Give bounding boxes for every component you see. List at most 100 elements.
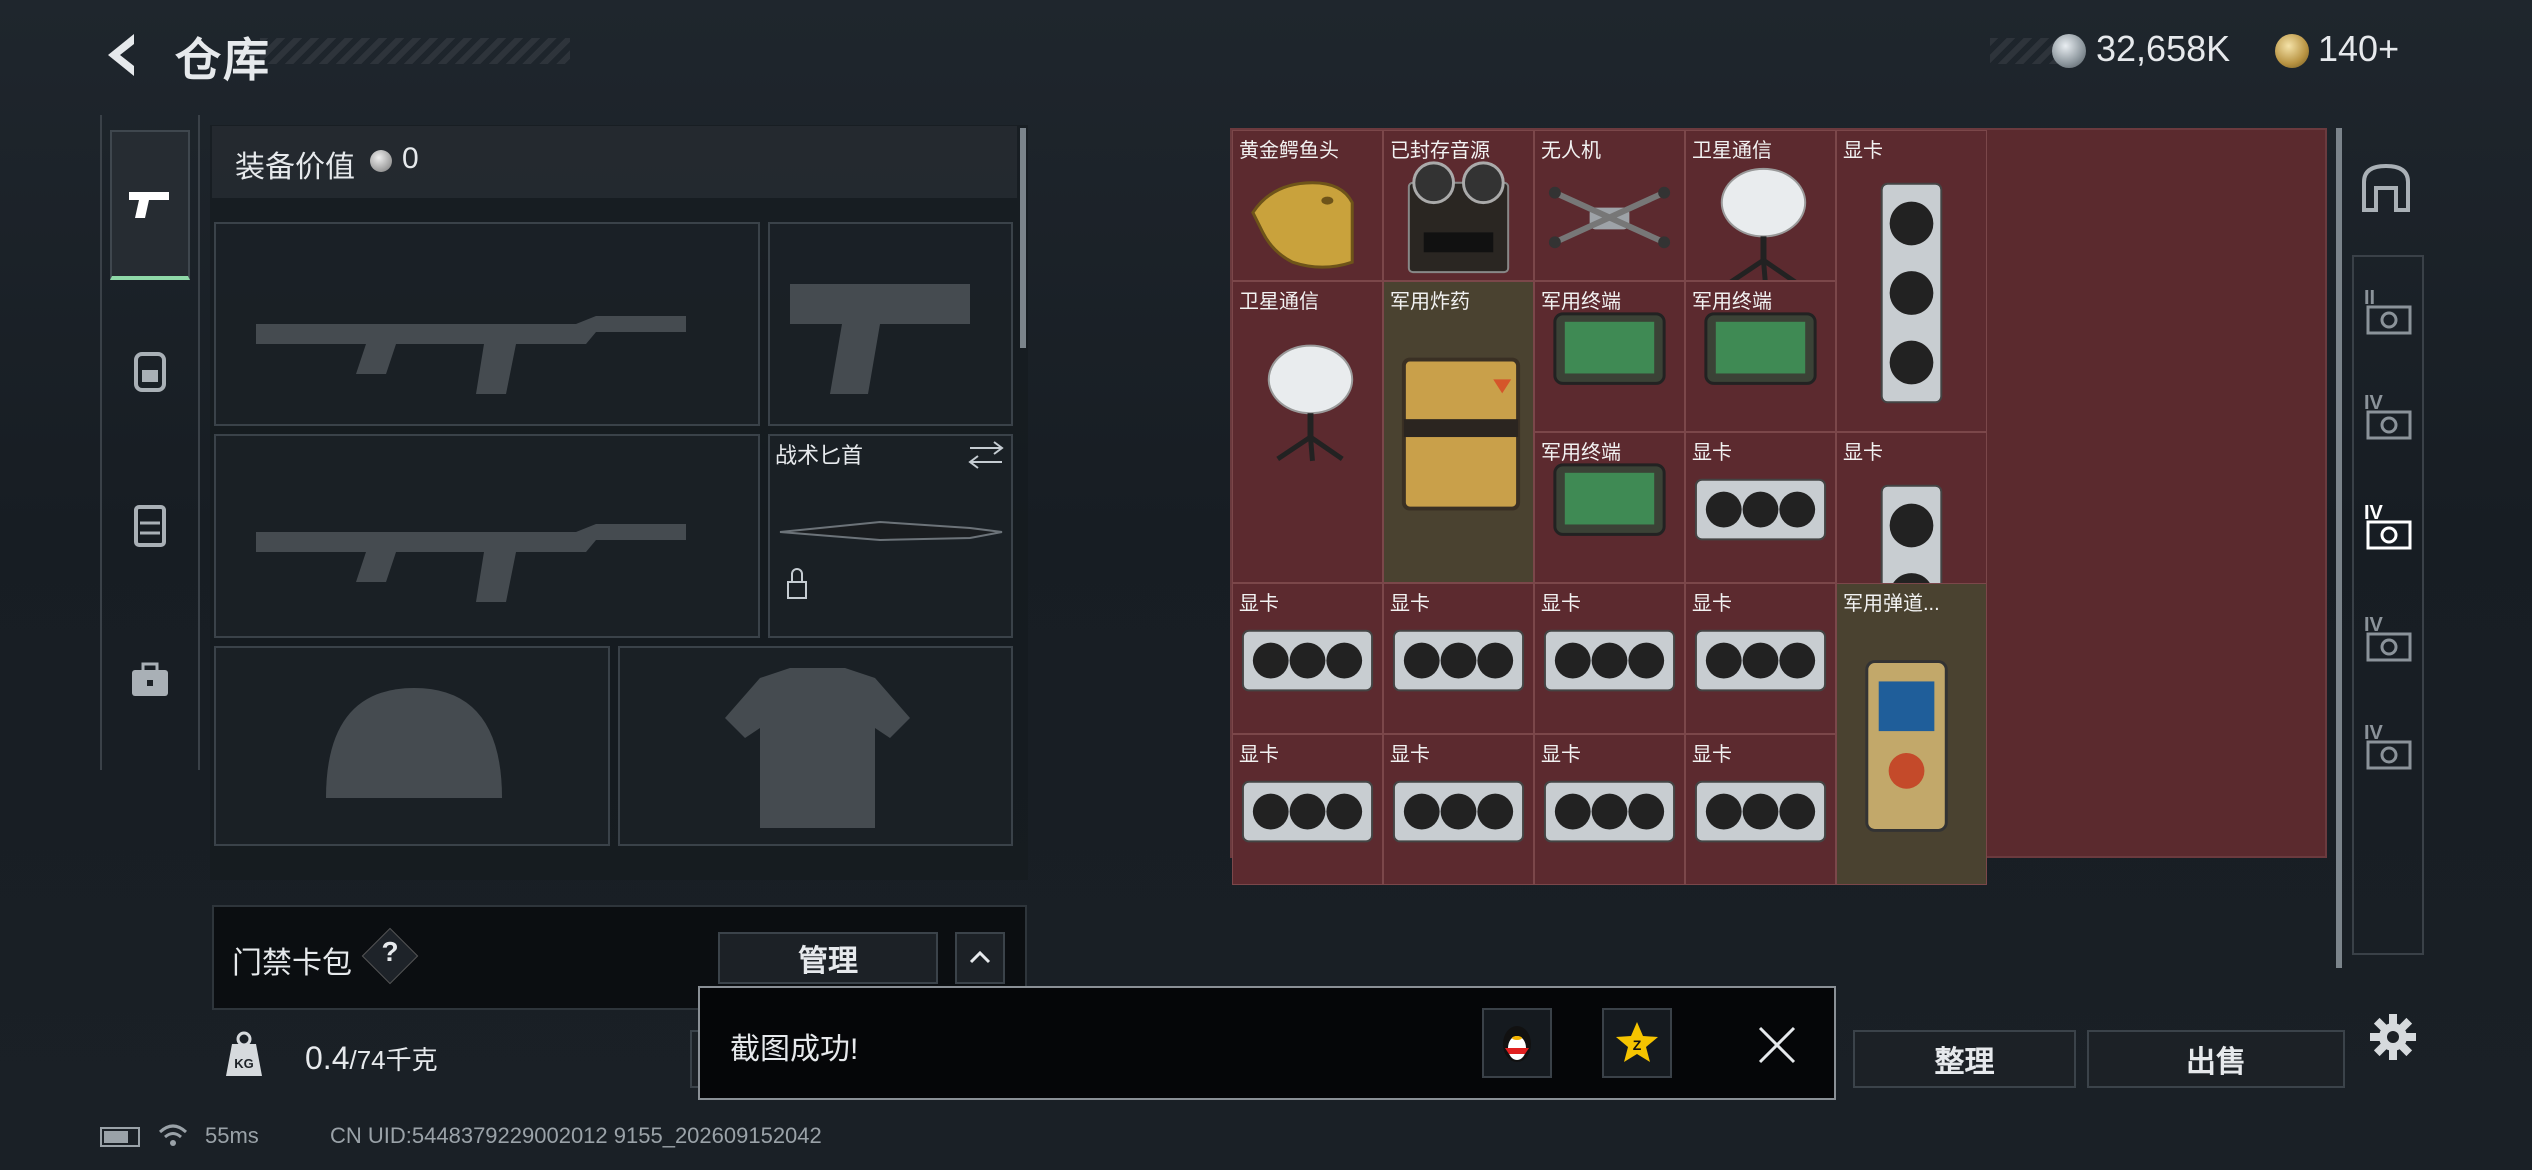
- stash-page-tier-label: IV: [2364, 722, 2383, 744]
- stash-item-label: 已封存音源: [1390, 140, 1490, 162]
- stash-item-label: 军用终端: [1541, 291, 1621, 313]
- stash-item-14[interactable]: 显卡: [1534, 583, 1685, 734]
- stash-item-6[interactable]: 军用炸药: [1383, 281, 1534, 583]
- stash-item-20[interactable]: 显卡: [1685, 734, 1836, 885]
- gold-currency-amount[interactable]: 140+: [2318, 28, 2399, 70]
- qzone-star-icon: Z: [1616, 1022, 1658, 1062]
- keycard-pack-label: 门禁卡包: [232, 947, 352, 980]
- stash-item-label: 显卡: [1692, 744, 1732, 766]
- stash-item-10[interactable]: 军用终端: [1534, 432, 1685, 583]
- pistol-icon: [129, 192, 169, 218]
- stash-item-18[interactable]: 显卡: [1383, 734, 1534, 885]
- stash-item-8[interactable]: 军用终端: [1685, 281, 1836, 432]
- military-terminal-icon: [1553, 312, 1666, 385]
- close-icon[interactable]: [1752, 1020, 1802, 1070]
- stash-item-label: 军用终端: [1692, 291, 1772, 313]
- silver-coin-icon: [2052, 34, 2086, 68]
- svg-text:Z: Z: [1633, 1037, 1642, 1053]
- stash-item-label: 军用终端: [1541, 442, 1621, 464]
- backpack-icon: [134, 352, 166, 392]
- weight-max: /74千克: [349, 1045, 438, 1075]
- stash-item-2[interactable]: 无人机: [1534, 130, 1685, 281]
- stash-page-tier-label: IV: [2364, 614, 2383, 636]
- graphics-card-icon: [1880, 182, 1943, 404]
- secondary-weapon-slot[interactable]: [214, 434, 760, 638]
- stash-item-label: 显卡: [1239, 593, 1279, 615]
- sell-button[interactable]: 出售: [2087, 1030, 2345, 1088]
- stash-item-label: 显卡: [1239, 744, 1279, 766]
- stash-item-label: 显卡: [1390, 744, 1430, 766]
- stash-item-label: 显卡: [1541, 593, 1581, 615]
- title-decoration: [260, 38, 570, 64]
- stash-item-12[interactable]: 显卡: [1232, 583, 1383, 734]
- tab-weapons[interactable]: [110, 130, 190, 280]
- military-terminal-icon: [1704, 312, 1817, 385]
- armor-slot[interactable]: [618, 646, 1013, 846]
- graphics-card-icon: [1241, 780, 1374, 843]
- pistol-silhouette-icon: [790, 284, 970, 394]
- stash-item-15[interactable]: 显卡: [1685, 583, 1836, 734]
- helmet-silhouette-icon: [326, 688, 502, 798]
- toast-message: 截图成功!: [730, 1033, 859, 1066]
- user-uid: CN UID:5448379229002012 9155_20260915204…: [330, 1123, 822, 1148]
- stash-item-11[interactable]: 显卡: [1685, 432, 1836, 583]
- stash-home-icon[interactable]: [2358, 160, 2414, 216]
- equipment-value-label: 装备价值: [235, 151, 355, 184]
- stash-page-bar: [2352, 255, 2424, 955]
- stash-page-tier-label: IV: [2364, 502, 2383, 524]
- stash-item-5[interactable]: 卫星通信: [1232, 281, 1383, 583]
- stash-item-7[interactable]: 军用终端: [1534, 281, 1685, 432]
- gear-icon[interactable]: [2368, 1012, 2418, 1062]
- sort-button[interactable]: 整理: [1853, 1030, 2076, 1088]
- primary-weapon-slot[interactable]: [214, 222, 760, 426]
- tab-vest[interactable]: [110, 475, 190, 575]
- share-qzone-button[interactable]: Z: [1602, 1008, 1672, 1078]
- weight-icon: KG: [226, 1031, 262, 1076]
- graphics-card-icon: [1543, 629, 1676, 692]
- graphics-card-icon: [1694, 629, 1827, 692]
- satellite-dish-icon: [1267, 344, 1354, 462]
- melee-slot-label: 战术匕首: [775, 443, 864, 468]
- stash-item-19[interactable]: 显卡: [1534, 734, 1685, 885]
- weight-icon-text: KG: [234, 1056, 254, 1071]
- stash-page-tier-2[interactable]: IV: [2360, 500, 2416, 556]
- ballistic-computer-icon: [1865, 660, 1948, 832]
- stash-page-tier-1[interactable]: IV: [2360, 390, 2416, 446]
- share-qq-button[interactable]: [1482, 1008, 1552, 1078]
- gold-croc-head-icon: [1251, 181, 1354, 269]
- stash-item-label: 黄金鳄鱼头: [1239, 140, 1339, 162]
- stash-page-tier-3[interactable]: IV: [2360, 612, 2416, 668]
- graphics-card-icon: [1694, 780, 1827, 843]
- qq-penguin-icon: [1503, 1026, 1531, 1062]
- satellite-dish-icon: [1720, 167, 1807, 280]
- stash-item-label: 显卡: [1541, 744, 1581, 766]
- stash-item-16[interactable]: 军用弹道...: [1836, 583, 1987, 885]
- stash-item-label: 卫星通信: [1692, 140, 1772, 162]
- stash-scrollbar[interactable]: [2336, 128, 2342, 968]
- tab-case[interactable]: [110, 630, 190, 730]
- helmet-slot[interactable]: [214, 646, 610, 846]
- back-arrow-icon[interactable]: [100, 30, 150, 80]
- stash-page-tier-4[interactable]: IV: [2360, 720, 2416, 776]
- silver-coin-icon: [370, 150, 392, 172]
- stash-item-17[interactable]: 显卡: [1232, 734, 1383, 885]
- stash-item-4[interactable]: 显卡: [1836, 130, 1987, 432]
- vest-icon: [134, 505, 166, 547]
- stash-item-label: 显卡: [1390, 593, 1430, 615]
- sidearm-slot[interactable]: [768, 222, 1013, 426]
- armor-silhouette-icon: [725, 668, 910, 828]
- stash-item-1[interactable]: 已封存音源: [1383, 130, 1534, 281]
- stash-item-0[interactable]: 黄金鳄鱼头: [1232, 130, 1383, 281]
- equipment-scrollbar[interactable]: [1020, 128, 1026, 348]
- manage-button[interactable]: 管理: [718, 932, 938, 984]
- collapse-button[interactable]: [955, 932, 1005, 984]
- stash-item-13[interactable]: 显卡: [1383, 583, 1534, 734]
- tab-backpack[interactable]: [110, 320, 190, 420]
- stash-page-tier-0[interactable]: II: [2360, 285, 2416, 341]
- graphics-card-icon: [1392, 780, 1525, 843]
- stash-item-label: 无人机: [1541, 140, 1601, 162]
- stash-item-3[interactable]: 卫星通信: [1685, 130, 1836, 281]
- weight-readout: 0.4/74千克: [305, 1040, 438, 1077]
- stash-item-label: 卫星通信: [1239, 291, 1319, 313]
- rifle-silhouette-icon: [256, 524, 686, 602]
